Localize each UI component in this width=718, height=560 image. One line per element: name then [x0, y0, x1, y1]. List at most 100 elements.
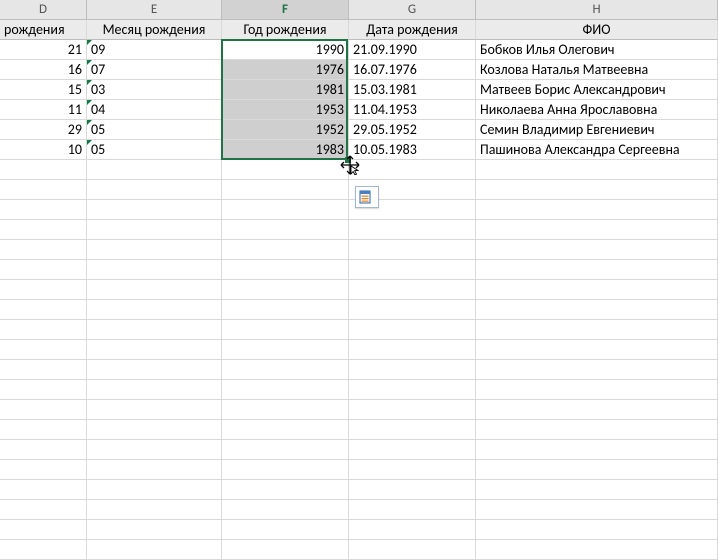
empty-cell[interactable]: [349, 240, 476, 260]
cell[interactable]: 05: [87, 140, 222, 160]
empty-cell[interactable]: [0, 420, 87, 440]
col-header-H[interactable]: H: [476, 0, 718, 20]
empty-cell[interactable]: [349, 260, 476, 280]
empty-cell[interactable]: [222, 500, 349, 520]
autofill-options-button[interactable]: [355, 186, 379, 208]
empty-cell[interactable]: [0, 460, 87, 480]
header-cell-H[interactable]: ФИО: [476, 20, 718, 40]
empty-cell[interactable]: [476, 440, 718, 460]
empty-cell[interactable]: [87, 520, 222, 540]
empty-cell[interactable]: [222, 360, 349, 380]
col-header-E[interactable]: E: [87, 0, 222, 20]
cell[interactable]: 04: [87, 100, 222, 120]
empty-cell[interactable]: [222, 180, 349, 200]
empty-cell[interactable]: [0, 300, 87, 320]
cell[interactable]: 07: [87, 60, 222, 80]
cell[interactable]: Николаева Анна Ярославовна: [476, 100, 718, 120]
empty-cell[interactable]: [222, 200, 349, 220]
empty-cell[interactable]: [0, 220, 87, 240]
empty-cell[interactable]: [87, 440, 222, 460]
cell[interactable]: Семин Владимир Евгениевич: [476, 120, 718, 140]
empty-cell[interactable]: [222, 280, 349, 300]
empty-cell[interactable]: [349, 320, 476, 340]
empty-cell[interactable]: [476, 380, 718, 400]
empty-cell[interactable]: [0, 360, 87, 380]
empty-cell[interactable]: [476, 400, 718, 420]
empty-cell[interactable]: [222, 460, 349, 480]
cell[interactable]: 16: [0, 60, 87, 80]
cell[interactable]: 1953: [222, 100, 349, 120]
col-header-G[interactable]: G: [349, 0, 476, 20]
cell[interactable]: 10.05.1983: [349, 140, 476, 160]
empty-cell[interactable]: [87, 460, 222, 480]
empty-cell[interactable]: [0, 380, 87, 400]
empty-cell[interactable]: [87, 320, 222, 340]
empty-cell[interactable]: [349, 480, 476, 500]
empty-cell[interactable]: [87, 540, 222, 560]
empty-cell[interactable]: [87, 160, 222, 180]
empty-cell[interactable]: [476, 460, 718, 480]
empty-cell[interactable]: [222, 540, 349, 560]
empty-cell[interactable]: [87, 420, 222, 440]
empty-cell[interactable]: [0, 400, 87, 420]
empty-cell[interactable]: [222, 160, 349, 180]
empty-cell[interactable]: [87, 240, 222, 260]
header-cell-E[interactable]: Месяц рождения: [87, 20, 222, 40]
cell[interactable]: 03: [87, 80, 222, 100]
empty-cell[interactable]: [0, 320, 87, 340]
empty-cell[interactable]: [0, 480, 87, 500]
empty-cell[interactable]: [476, 360, 718, 380]
empty-cell[interactable]: [349, 300, 476, 320]
empty-cell[interactable]: [476, 260, 718, 280]
header-cell-G[interactable]: Дата рождения: [349, 20, 476, 40]
empty-cell[interactable]: [0, 280, 87, 300]
cell[interactable]: 16.07.1976: [349, 60, 476, 80]
header-cell-F[interactable]: Год рождения: [222, 20, 349, 40]
empty-cell[interactable]: [476, 480, 718, 500]
empty-cell[interactable]: [349, 360, 476, 380]
empty-cell[interactable]: [349, 420, 476, 440]
cell[interactable]: 11: [0, 100, 87, 120]
cell[interactable]: 29.05.1952: [349, 120, 476, 140]
spreadsheet-grid[interactable]: D E F G H рождения Месяц рождения Год ро…: [0, 0, 718, 560]
empty-cell[interactable]: [87, 400, 222, 420]
empty-cell[interactable]: [476, 540, 718, 560]
empty-cell[interactable]: [0, 440, 87, 460]
empty-cell[interactable]: [222, 340, 349, 360]
empty-cell[interactable]: [222, 380, 349, 400]
empty-cell[interactable]: [0, 200, 87, 220]
empty-cell[interactable]: [476, 520, 718, 540]
empty-cell[interactable]: [0, 540, 87, 560]
empty-cell[interactable]: [476, 200, 718, 220]
cell[interactable]: 1983: [222, 140, 349, 160]
empty-cell[interactable]: [87, 360, 222, 380]
empty-cell[interactable]: [349, 540, 476, 560]
empty-cell[interactable]: [87, 180, 222, 200]
cell[interactable]: 1990: [222, 40, 349, 60]
fill-handle[interactable]: [345, 157, 351, 163]
empty-cell[interactable]: [222, 440, 349, 460]
empty-cell[interactable]: [349, 500, 476, 520]
cell[interactable]: 21: [0, 40, 87, 60]
cell[interactable]: Матвеев Борис Александрович: [476, 80, 718, 100]
empty-cell[interactable]: [476, 280, 718, 300]
empty-cell[interactable]: [349, 160, 476, 180]
empty-cell[interactable]: [0, 260, 87, 280]
empty-cell[interactable]: [349, 220, 476, 240]
cell[interactable]: 21.09.1990: [349, 40, 476, 60]
empty-cell[interactable]: [222, 520, 349, 540]
empty-cell[interactable]: [87, 500, 222, 520]
empty-cell[interactable]: [87, 220, 222, 240]
header-cell-D[interactable]: рождения: [0, 20, 87, 40]
empty-cell[interactable]: [349, 460, 476, 480]
empty-cell[interactable]: [0, 240, 87, 260]
empty-cell[interactable]: [476, 220, 718, 240]
cell[interactable]: 15: [0, 80, 87, 100]
empty-cell[interactable]: [349, 520, 476, 540]
empty-cell[interactable]: [222, 400, 349, 420]
empty-cell[interactable]: [476, 500, 718, 520]
cell[interactable]: 09: [87, 40, 222, 60]
cell[interactable]: 05: [87, 120, 222, 140]
empty-cell[interactable]: [349, 340, 476, 360]
empty-cell[interactable]: [87, 260, 222, 280]
